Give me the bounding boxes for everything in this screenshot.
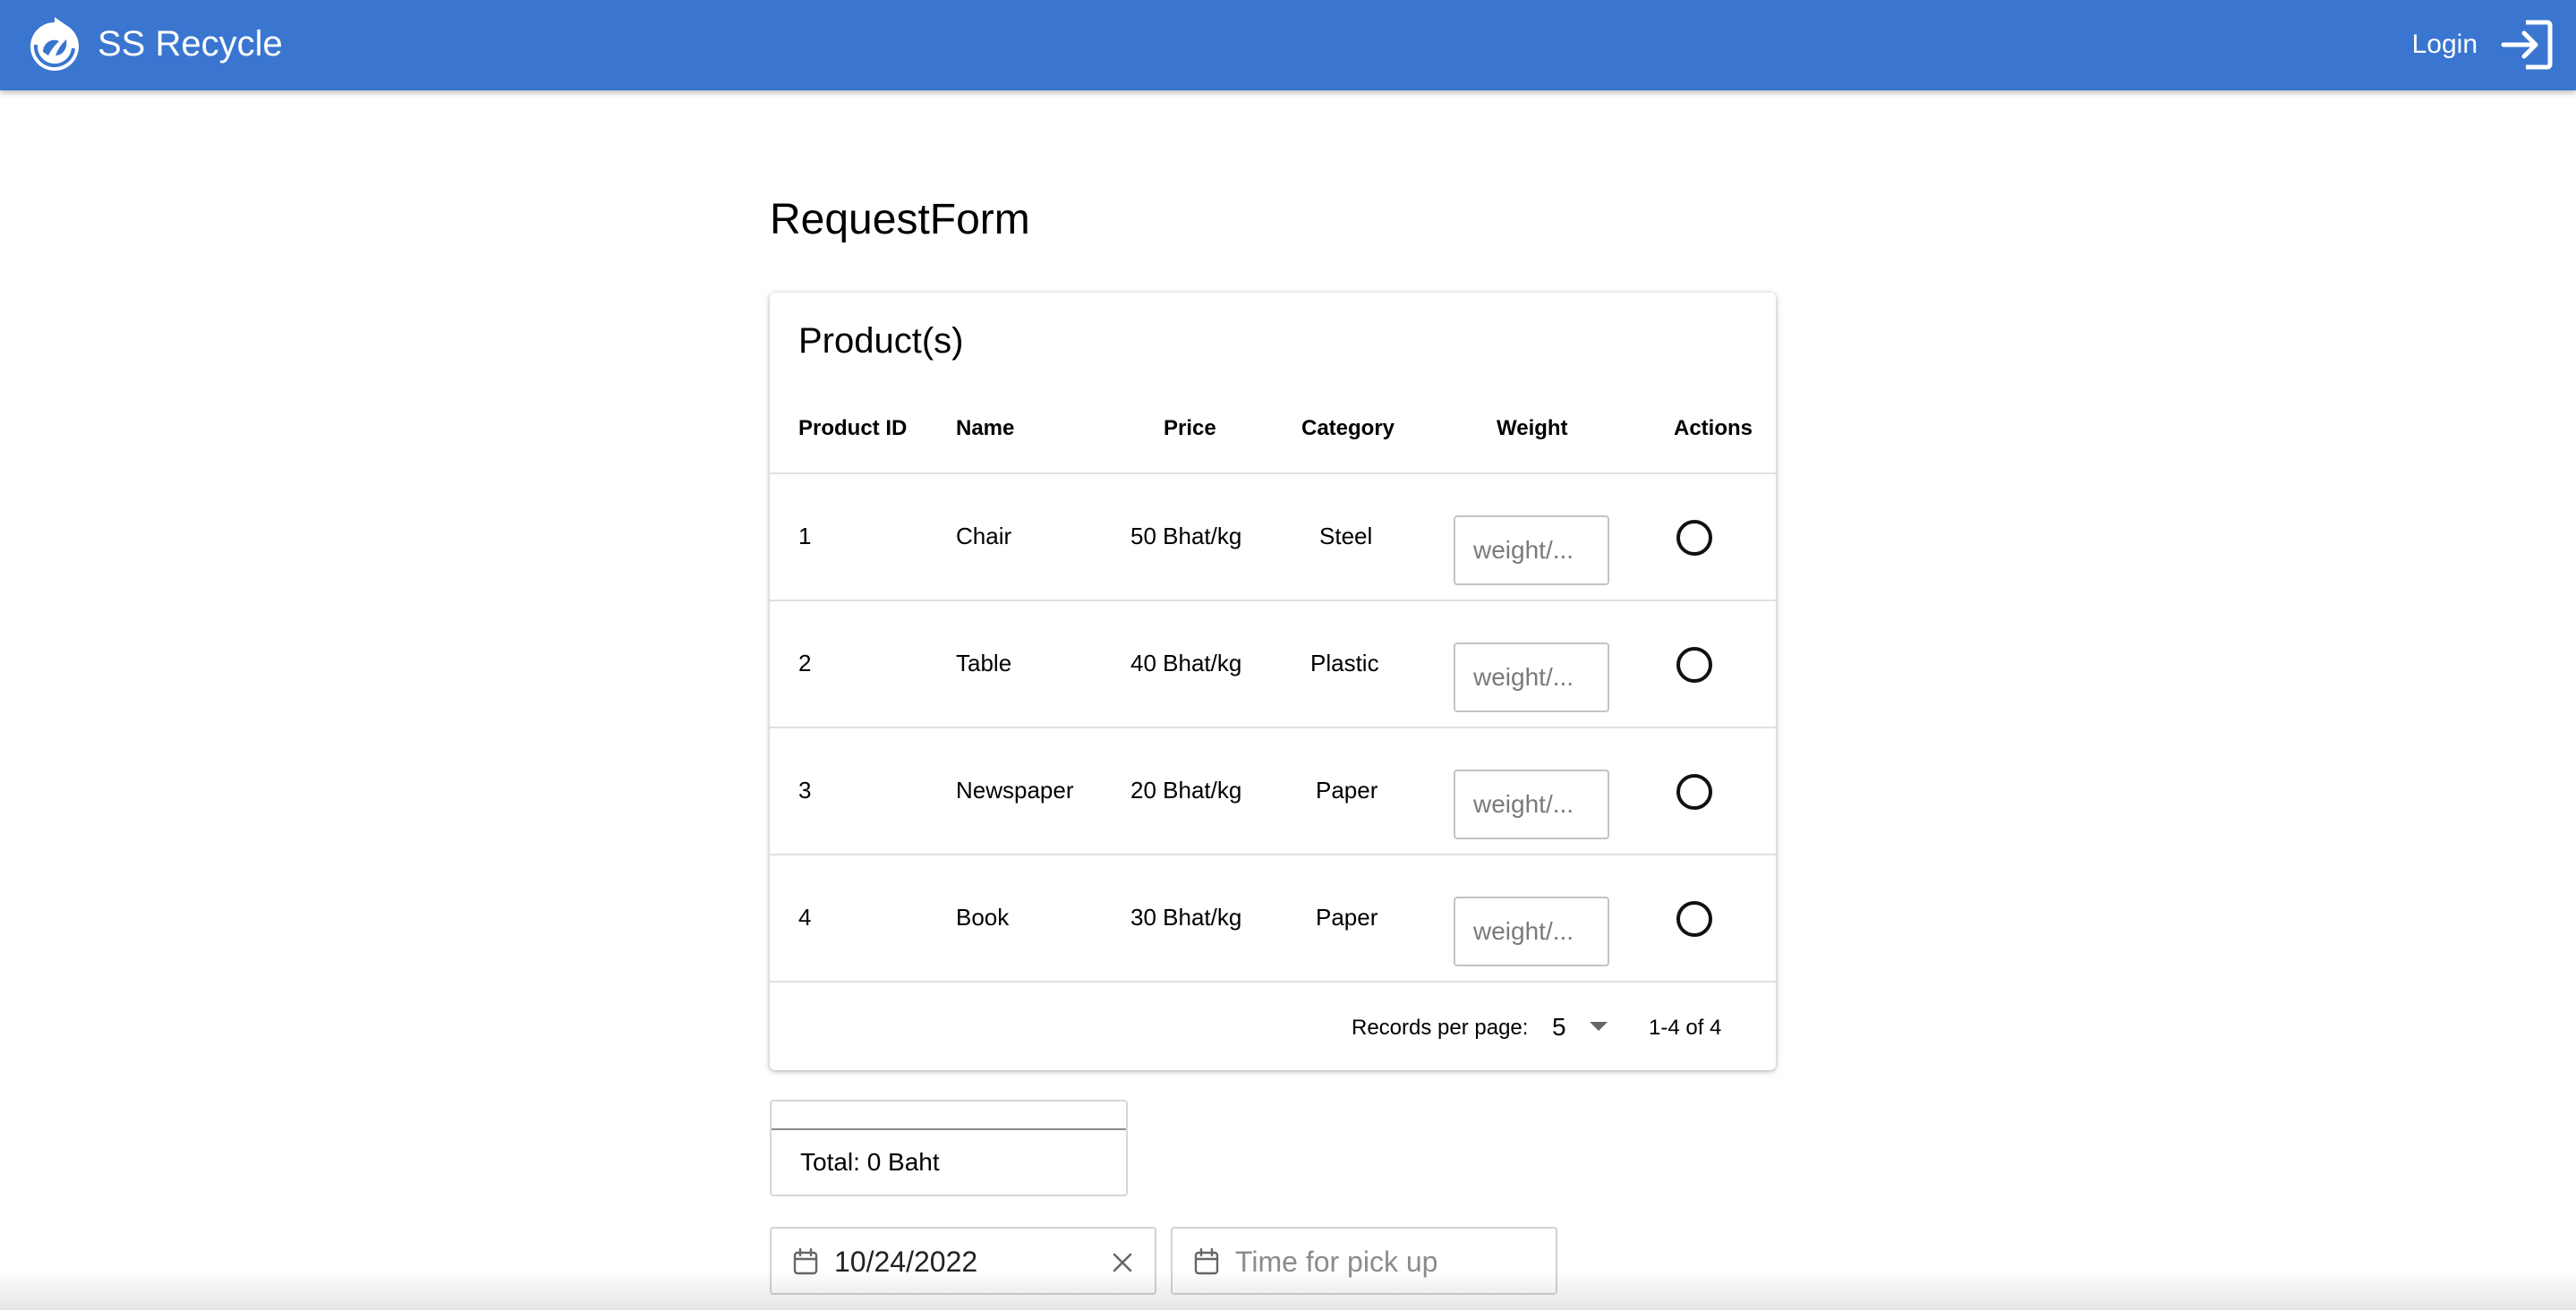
product-price-cell: 20 Bhat/kg — [1130, 777, 1242, 804]
login-icon — [2501, 20, 2553, 70]
close-icon[interactable] — [1110, 1250, 1135, 1275]
weight-input[interactable] — [1454, 897, 1609, 966]
weight-input[interactable] — [1454, 515, 1609, 585]
caret-down-icon — [1590, 1022, 1608, 1031]
app-bar: SS Recycle Login — [0, 0, 2576, 90]
select-product-radio[interactable] — [1676, 520, 1712, 556]
column-header-weight[interactable]: Weight — [1497, 415, 1568, 442]
records-per-page-value: 5 — [1552, 1013, 1566, 1041]
select-product-radio[interactable] — [1676, 774, 1712, 810]
total-text: Total: 0 Baht — [800, 1148, 940, 1176]
login-button[interactable]: Login — [2412, 18, 2553, 72]
pickup-date-field[interactable]: 10/24/2022 — [770, 1227, 1156, 1295]
weight-input[interactable] — [1454, 770, 1609, 839]
product-price-cell: 40 Bhat/kg — [1130, 650, 1242, 676]
calendar-icon[interactable] — [793, 1248, 818, 1275]
page-title: RequestForm — [770, 196, 1030, 243]
pickup-date-value: 10/24/2022 — [834, 1246, 978, 1278]
brand-title[interactable]: SS Recycle — [98, 20, 283, 68]
select-product-radio[interactable] — [1676, 647, 1712, 683]
pagination-range: 1-4 of 4 — [1649, 1016, 1722, 1040]
column-header-product-id[interactable]: Product ID — [798, 415, 907, 442]
product-category-cell: Plastic — [1310, 650, 1379, 676]
products-title: Product(s) — [798, 321, 964, 361]
product-id-cell: 3 — [798, 777, 812, 804]
product-id-cell: 2 — [798, 650, 812, 676]
column-header-price[interactable]: Price — [1164, 415, 1216, 442]
product-name-cell: Table — [956, 650, 1012, 676]
login-label: Login — [2411, 30, 2478, 59]
product-category-cell: Steel — [1319, 523, 1373, 549]
product-id-cell: 1 — [798, 523, 812, 549]
product-name-cell: Newspaper — [956, 777, 1074, 804]
product-id-cell: 4 — [798, 904, 812, 931]
recycle-logo-icon[interactable] — [25, 13, 84, 75]
column-header-actions[interactable]: Actions — [1674, 415, 1753, 442]
product-name-cell: Chair — [956, 523, 1012, 549]
total-box: Total: 0 Baht — [770, 1100, 1128, 1196]
select-product-radio[interactable] — [1676, 901, 1712, 937]
weight-input[interactable] — [1454, 642, 1609, 712]
product-category-cell: Paper — [1316, 904, 1378, 931]
product-price-cell: 30 Bhat/kg — [1130, 904, 1242, 931]
records-per-page-label: Records per page: — [1352, 1016, 1529, 1040]
table-pagination: Records per page: 5 1-4 of 4 — [770, 981, 1776, 1072]
product-category-cell: Paper — [1316, 777, 1378, 804]
product-name-cell: Book — [956, 904, 1010, 931]
column-header-name[interactable]: Name — [956, 415, 1014, 442]
table-row[interactable]: 3 Newspaper 20 Bhat/kg Paper — [770, 727, 1776, 855]
table-row[interactable]: 4 Book 30 Bhat/kg Paper — [770, 854, 1776, 982]
table-row[interactable]: 1 Chair 50 Bhat/kg Steel — [770, 472, 1776, 601]
calendar-icon[interactable] — [1194, 1248, 1219, 1275]
divider — [772, 1128, 1126, 1130]
records-per-page-select[interactable]: 5 — [1552, 1009, 1615, 1045]
pickup-time-field[interactable]: Time for pick up — [1171, 1227, 1557, 1295]
column-header-category[interactable]: Category — [1301, 415, 1395, 442]
table-row[interactable]: 2 Table 40 Bhat/kg Plastic — [770, 600, 1776, 728]
product-price-cell: 50 Bhat/kg — [1130, 523, 1242, 549]
products-card: Product(s) Product ID Name Price Categor… — [770, 293, 1776, 1070]
pickup-time-placeholder: Time for pick up — [1235, 1246, 1438, 1278]
